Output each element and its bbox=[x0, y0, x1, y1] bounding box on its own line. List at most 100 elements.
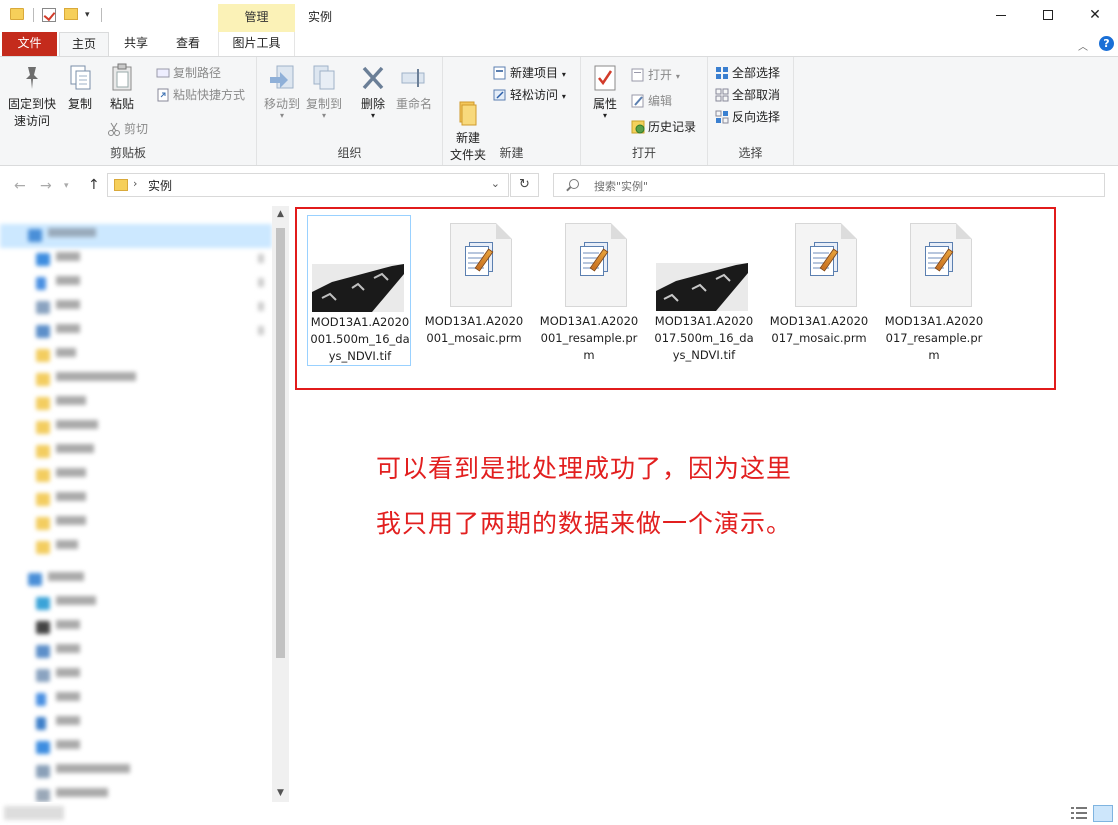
invert-selection-button[interactable]: 反向选择 bbox=[715, 107, 780, 127]
search-placeholder: 搜索"实例" bbox=[594, 180, 649, 193]
collapse-ribbon-icon[interactable]: ︿ bbox=[1078, 38, 1088, 53]
nav-item[interactable] bbox=[0, 568, 272, 592]
documents-icon bbox=[36, 669, 50, 682]
ndvi-image-thumbnail bbox=[656, 263, 748, 311]
tab-home[interactable]: 主页 bbox=[59, 32, 109, 57]
copy-to-button[interactable]: 复制到 ▾ bbox=[304, 63, 344, 120]
help-icon[interactable]: ? bbox=[1099, 36, 1114, 51]
nav-label bbox=[56, 372, 136, 381]
edit-button[interactable]: 编辑 bbox=[631, 91, 672, 111]
address-dropdown-icon[interactable]: ⌄ bbox=[491, 177, 500, 190]
new-item-label: 新建项目 bbox=[510, 66, 559, 80]
copy-button[interactable]: 复制 bbox=[63, 63, 97, 113]
delete-button[interactable]: 删除 ▾ bbox=[356, 63, 390, 120]
select-group: 全部选择 全部取消 反向选择 选择 bbox=[708, 57, 794, 165]
edit-icon bbox=[631, 94, 645, 108]
organize-group-label: 组织 bbox=[337, 146, 362, 160]
file-item[interactable]: MOD13A1.A2020001_mosaic.prm bbox=[422, 215, 526, 366]
minimize-button[interactable] bbox=[978, 0, 1024, 30]
nav-item[interactable] bbox=[0, 512, 272, 536]
address-bar[interactable]: › 实例 ⌄ bbox=[107, 173, 509, 197]
breadcrumb-chevron-icon[interactable]: › bbox=[133, 177, 137, 190]
easy-access-button[interactable]: 轻松访问 ▾ bbox=[493, 85, 566, 105]
nav-item[interactable] bbox=[0, 616, 272, 640]
nav-item[interactable] bbox=[0, 464, 272, 488]
nav-pane-scrollbar[interactable]: ▲ ▼ bbox=[272, 206, 289, 802]
rename-button[interactable]: 重命名 bbox=[394, 63, 434, 113]
select-none-button[interactable]: 全部取消 bbox=[715, 85, 780, 105]
nav-item[interactable] bbox=[0, 736, 272, 760]
file-item[interactable]: MOD13A1.A2020001_resample.prm bbox=[537, 215, 641, 366]
tab-file[interactable]: 文件 bbox=[2, 32, 57, 56]
tab-share[interactable]: 共享 bbox=[112, 32, 160, 56]
nav-item[interactable] bbox=[0, 224, 272, 248]
edit-label: 编辑 bbox=[648, 94, 673, 108]
move-to-button[interactable]: 移动到 ▾ bbox=[262, 63, 302, 120]
open-button[interactable]: 打开 ▾ bbox=[631, 65, 680, 85]
copy-label: 复制 bbox=[67, 97, 92, 111]
document-icon bbox=[565, 223, 627, 307]
nav-item[interactable] bbox=[0, 712, 272, 736]
nav-item[interactable] bbox=[0, 664, 272, 688]
large-icons-view-icon[interactable] bbox=[1093, 805, 1113, 822]
scroll-down-icon[interactable]: ▼ bbox=[272, 785, 289, 802]
nav-item[interactable] bbox=[0, 296, 272, 320]
tab-picture-tools[interactable]: 图片工具 bbox=[218, 32, 295, 56]
nav-item[interactable] bbox=[0, 440, 272, 464]
nav-item[interactable] bbox=[0, 344, 272, 368]
properties-button[interactable]: 属性 ▾ bbox=[589, 63, 621, 120]
document-icon bbox=[910, 223, 972, 307]
file-item[interactable]: MOD13A1.A2020017_mosaic.prm bbox=[767, 215, 871, 366]
select-all-label: 全部选择 bbox=[732, 66, 781, 80]
open-label: 打开 bbox=[648, 68, 673, 82]
forward-arrow-icon[interactable]: → bbox=[40, 178, 52, 194]
cut-button[interactable]: 剪切 bbox=[107, 119, 148, 139]
new-folder-button[interactable]: 新建 文件夹 bbox=[448, 63, 488, 181]
search-input[interactable]: 搜索"实例" bbox=[553, 173, 1105, 197]
history-button[interactable]: 历史记录 bbox=[631, 117, 696, 137]
details-view-icon[interactable] bbox=[1071, 806, 1087, 820]
nav-item[interactable] bbox=[0, 592, 272, 616]
nav-label bbox=[56, 300, 80, 309]
nav-item[interactable] bbox=[0, 640, 272, 664]
pin-to-quick-access-button[interactable]: 固定到快速访问 bbox=[6, 63, 58, 130]
tab-view[interactable]: 查看 bbox=[164, 32, 212, 56]
new-item-button[interactable]: 新建项目 ▾ bbox=[493, 63, 566, 83]
nav-item[interactable] bbox=[0, 488, 272, 512]
nav-label bbox=[56, 396, 86, 405]
folder-icon bbox=[36, 541, 50, 554]
nav-item[interactable] bbox=[0, 248, 272, 272]
new-item-icon bbox=[493, 66, 507, 80]
navigation-pane bbox=[0, 206, 272, 820]
copy-path-button[interactable]: 复制路径 bbox=[156, 63, 221, 83]
manage-context-tab[interactable]: 管理 bbox=[218, 4, 295, 32]
close-button[interactable]: ✕ bbox=[1072, 0, 1118, 30]
properties-quick-icon[interactable] bbox=[42, 8, 56, 22]
file-item[interactable]: MOD13A1.A2020017.500m_16_days_NDVI.tif bbox=[652, 215, 756, 366]
paste-button[interactable]: 粘贴 bbox=[104, 63, 140, 113]
file-item[interactable]: MOD13A1.A2020017_resample.prm bbox=[882, 215, 986, 366]
back-arrow-icon[interactable]: ← bbox=[14, 178, 26, 194]
maximize-button[interactable] bbox=[1025, 0, 1071, 30]
nav-item[interactable] bbox=[0, 760, 272, 784]
paste-shortcut-label: 粘贴快捷方式 bbox=[173, 88, 246, 102]
nav-item[interactable] bbox=[0, 688, 272, 712]
nav-item[interactable] bbox=[0, 416, 272, 440]
paste-shortcut-button[interactable]: 粘贴快捷方式 bbox=[156, 85, 245, 105]
nav-item[interactable] bbox=[0, 392, 272, 416]
refresh-button[interactable]: ↻ bbox=[510, 173, 539, 197]
nav-item[interactable] bbox=[0, 320, 272, 344]
scrollbar-thumb[interactable] bbox=[276, 228, 285, 658]
scroll-up-icon[interactable]: ▲ bbox=[272, 206, 289, 223]
up-arrow-icon[interactable]: ↑ bbox=[88, 177, 100, 193]
nav-item[interactable] bbox=[0, 272, 272, 296]
customize-quick-access-dropdown[interactable]: ▾ bbox=[85, 10, 90, 20]
recent-locations-chevron-icon[interactable]: ▾ bbox=[64, 181, 69, 191]
nav-item[interactable] bbox=[0, 368, 272, 392]
breadcrumb[interactable]: 实例 bbox=[148, 177, 172, 194]
file-item[interactable]: MOD13A1.A2020001.500m_16_days_NDVI.tif bbox=[307, 215, 411, 366]
select-all-button[interactable]: 全部选择 bbox=[715, 63, 780, 83]
folder-icon[interactable] bbox=[10, 8, 24, 20]
new-folder-quick-icon[interactable] bbox=[64, 8, 78, 20]
nav-item[interactable] bbox=[0, 536, 272, 560]
